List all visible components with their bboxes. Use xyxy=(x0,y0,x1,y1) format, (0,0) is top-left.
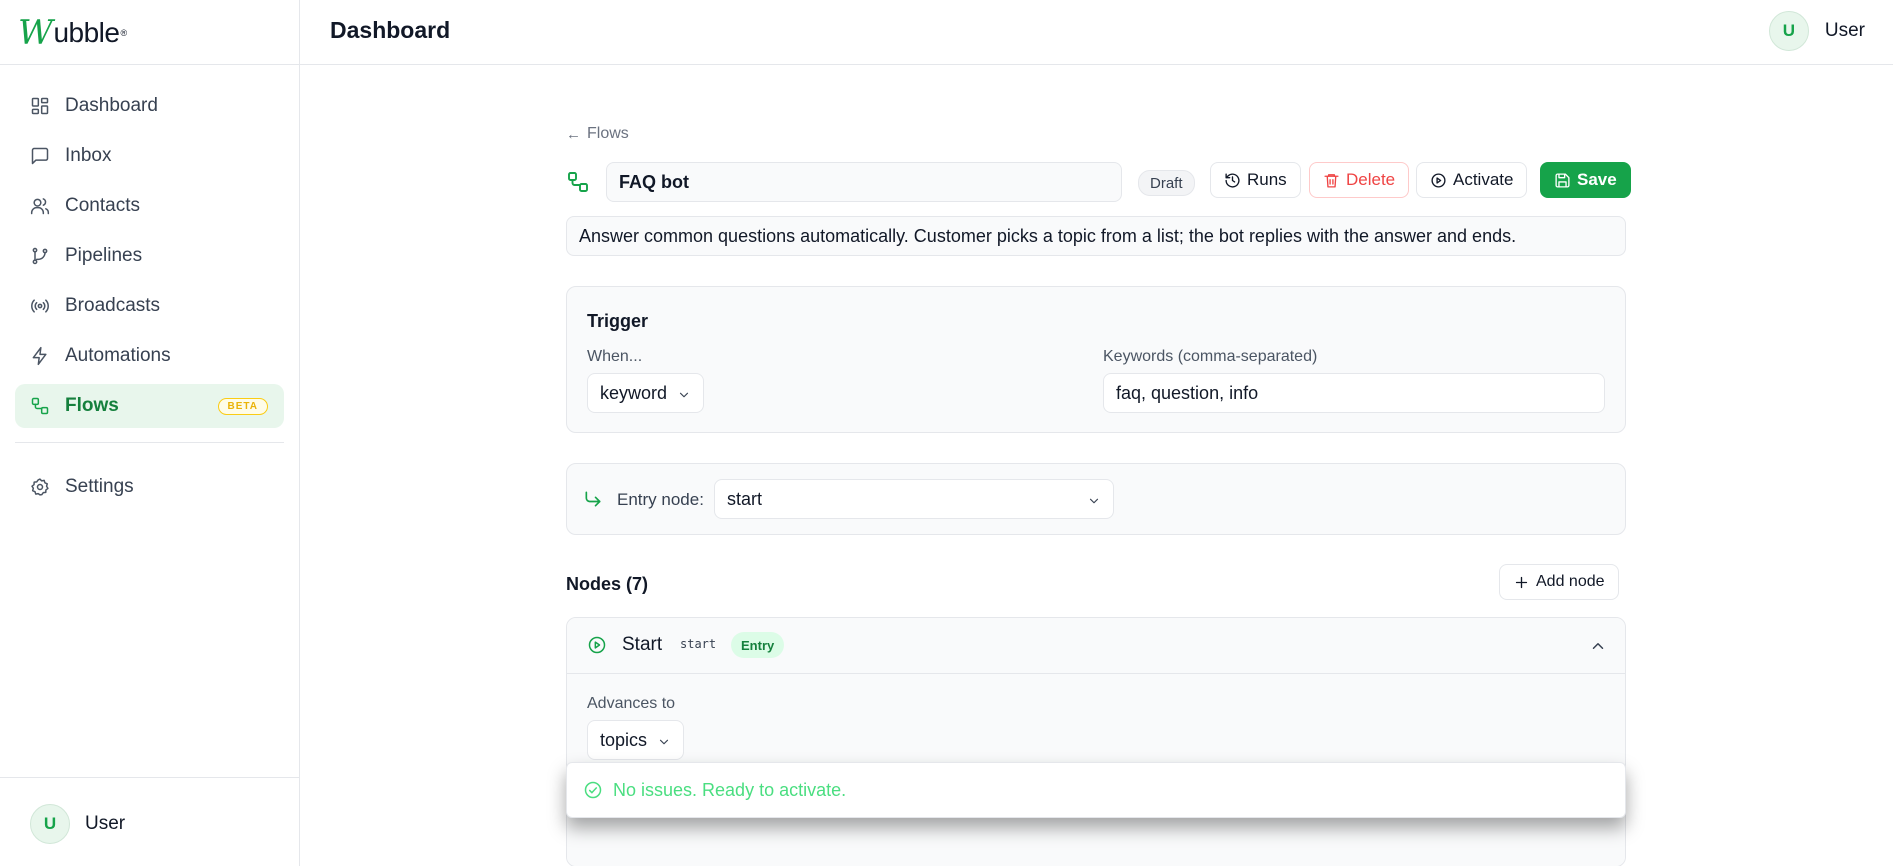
trigger-title: Trigger xyxy=(587,311,649,331)
chevron-up-icon[interactable] xyxy=(1589,637,1607,655)
plus-icon xyxy=(1515,576,1528,588)
flow-title-row: Draft Runs Delete Activate Save xyxy=(566,162,1631,204)
back-to-flows-link[interactable]: ← Flows xyxy=(566,125,629,143)
add-node-label: Add node xyxy=(1536,573,1605,590)
sidebar-item-label: Contacts xyxy=(65,195,140,216)
validation-toast: No issues. Ready to activate. xyxy=(566,762,1626,818)
when-label: When... xyxy=(587,348,643,365)
toast-message: No issues. Ready to activate. xyxy=(613,779,847,800)
flow-description-input[interactable] xyxy=(566,216,1626,256)
keywords-label: Keywords (comma-separated) xyxy=(1103,348,1318,365)
sidebar-item-label: Flows xyxy=(65,395,119,416)
broadcasts-icon xyxy=(29,295,51,317)
flows-icon xyxy=(29,395,51,417)
sidebar-item-settings[interactable]: Settings xyxy=(15,465,284,509)
avatar: U xyxy=(1768,11,1809,51)
nodes-heading: Nodes (7) xyxy=(566,574,649,594)
entry-node-select[interactable]: start xyxy=(714,479,1114,519)
sidebar-item-contacts[interactable]: Contacts xyxy=(15,184,284,228)
node-header[interactable]: Start start Entry xyxy=(567,618,1625,674)
flow-icon xyxy=(566,170,590,194)
dashboard-icon xyxy=(29,95,51,117)
logo-text: ubble xyxy=(53,17,120,48)
sidebar-footer-divider xyxy=(0,777,300,778)
delete-label: Delete xyxy=(1346,170,1396,189)
chevron-down-icon xyxy=(1087,492,1101,506)
automations-icon xyxy=(29,345,51,367)
flow-name-input[interactable] xyxy=(606,162,1122,202)
advances-to-select[interactable]: topics xyxy=(587,720,685,760)
sidebar-nav: Dashboard Inbox Contacts Pipelines Broad… xyxy=(15,84,284,515)
gear-icon xyxy=(29,476,51,498)
sidebar-item-label: Broadcasts xyxy=(65,295,161,316)
save-icon xyxy=(1555,172,1570,188)
save-button[interactable]: Save xyxy=(1540,162,1631,198)
sidebar-item-label: Pipelines xyxy=(65,245,143,266)
save-label: Save xyxy=(1577,170,1617,189)
runs-label: Runs xyxy=(1247,170,1287,189)
node-id: start xyxy=(680,637,717,651)
pipelines-icon xyxy=(29,245,51,267)
chevron-down-icon xyxy=(657,733,671,747)
sidebar: Wubble ® Dashboard Inbox Contacts Pipelin… xyxy=(0,0,300,866)
back-link-label: Flows xyxy=(587,125,629,142)
top-header: Dashboard U User xyxy=(300,0,1893,65)
history-icon xyxy=(1225,172,1240,188)
check-circle-icon xyxy=(583,780,603,800)
sidebar-item-label: Inbox xyxy=(65,145,112,166)
runs-button[interactable]: Runs xyxy=(1210,162,1301,198)
logo-initial: W xyxy=(18,13,53,53)
sidebar-item-inbox[interactable]: Inbox xyxy=(15,134,284,178)
advances-to-value: topics xyxy=(600,729,648,750)
corner-down-right-icon xyxy=(583,489,603,509)
sidebar-item-label: Settings xyxy=(65,476,134,497)
entry-node-panel: Entry node: start xyxy=(566,463,1626,535)
sidebar-item-automations[interactable]: Automations xyxy=(15,334,284,378)
sidebar-item-pipelines[interactable]: Pipelines xyxy=(15,234,284,278)
inbox-icon xyxy=(29,145,51,167)
entry-badge: Entry xyxy=(731,632,785,658)
avatar: U xyxy=(30,804,70,844)
contacts-icon xyxy=(29,195,51,217)
node-card-start: Start start Entry Advances to topics xyxy=(566,617,1626,866)
sidebar-header-divider xyxy=(0,64,300,65)
delete-button[interactable]: Delete xyxy=(1309,162,1410,198)
sidebar-item-dashboard[interactable]: Dashboard xyxy=(15,84,284,128)
chevron-down-icon xyxy=(677,386,691,400)
header-user-menu[interactable]: U User xyxy=(1768,11,1865,51)
activate-label: Activate xyxy=(1453,170,1514,189)
user-name: User xyxy=(1824,20,1865,41)
add-node-button[interactable]: Add node xyxy=(1499,564,1619,600)
activate-button[interactable]: Activate xyxy=(1416,162,1528,198)
trigger-panel: Trigger When... keyword Keywords (comma-… xyxy=(566,286,1626,433)
sidebar-user-menu[interactable]: U User xyxy=(30,804,125,844)
node-name: Start xyxy=(622,634,663,655)
trigger-type-value: keyword xyxy=(600,382,668,403)
entry-node-value: start xyxy=(727,488,763,509)
keywords-input[interactable] xyxy=(1103,373,1605,413)
logo-registered-mark: ® xyxy=(120,28,127,38)
status-badge: Draft xyxy=(1138,170,1195,196)
sidebar-item-broadcasts[interactable]: Broadcasts xyxy=(15,284,284,328)
beta-badge: BETA xyxy=(217,397,268,415)
entry-node-label: Entry node: xyxy=(617,490,704,509)
arrow-left-icon: ← xyxy=(566,125,581,143)
sidebar-item-flows[interactable]: Flows BETA xyxy=(15,384,284,428)
page-title: Dashboard xyxy=(330,17,451,43)
play-circle-icon xyxy=(587,635,607,655)
trigger-type-select[interactable]: keyword xyxy=(587,373,705,413)
sidebar-item-label: Automations xyxy=(65,345,171,366)
advances-to-label: Advances to xyxy=(587,695,676,712)
trash-icon xyxy=(1324,173,1339,188)
nav-divider xyxy=(15,442,284,443)
user-name: User xyxy=(85,813,126,834)
brand-logo[interactable]: Wubble ® xyxy=(18,10,127,56)
sidebar-item-label: Dashboard xyxy=(65,95,158,116)
play-circle-icon xyxy=(1431,172,1446,188)
